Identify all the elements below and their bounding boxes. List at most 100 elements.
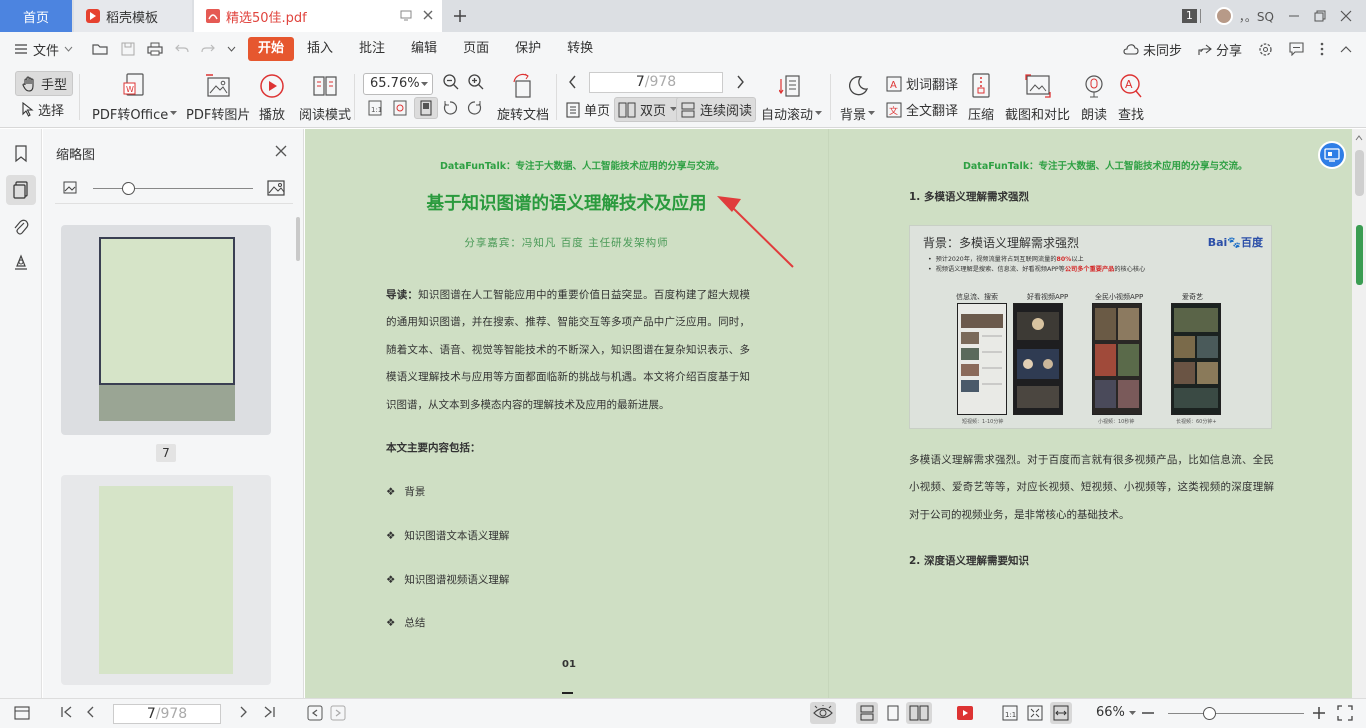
small-image-icon[interactable]	[63, 181, 77, 194]
continuous-reading-button[interactable]: 连续阅读	[676, 97, 757, 122]
zoom-slider-track[interactable]	[1168, 713, 1304, 714]
fit-page-status-icon[interactable]	[1027, 705, 1043, 721]
zoom-in-status-icon[interactable]	[1312, 706, 1326, 720]
tab-pdf-document[interactable]: 精选50佳.pdf	[194, 0, 442, 32]
thumbnail-scrollbar[interactable]	[296, 217, 300, 261]
signature-stamp-icon[interactable]	[9, 250, 33, 274]
first-page-icon[interactable]	[60, 705, 74, 719]
quick-access-dropdown-icon[interactable]	[227, 46, 236, 52]
page-thumbnail-7[interactable]	[61, 225, 271, 435]
next-page-icon[interactable]	[736, 75, 745, 89]
collapse-ribbon-icon[interactable]	[1340, 45, 1352, 53]
file-menu[interactable]: 文件	[0, 40, 92, 59]
menu-comment[interactable]: 批注	[346, 37, 398, 61]
bookmark-icon[interactable]	[9, 142, 33, 166]
close-window-icon[interactable]	[1340, 10, 1352, 22]
attachment-icon[interactable]	[9, 215, 33, 239]
menu-edit[interactable]: 编辑	[398, 37, 450, 61]
forward-view-icon[interactable]	[330, 705, 346, 721]
rotate-right-icon[interactable]	[467, 100, 483, 116]
reading-mode-button[interactable]: 阅读模式	[299, 72, 351, 123]
tab-home[interactable]: 首页	[0, 0, 72, 32]
word-translate-button[interactable]: A 划词翻译	[886, 74, 958, 93]
vertical-scrollbar[interactable]	[1352, 129, 1366, 698]
zoom-in-icon[interactable]	[467, 73, 485, 91]
zoom-select[interactable]: 65.76%	[363, 73, 433, 95]
actual-size-icon[interactable]: 1:1	[367, 100, 383, 116]
continuous-view-icon[interactable]	[856, 702, 878, 724]
single-view-icon[interactable]	[885, 705, 901, 721]
open-folder-icon[interactable]	[92, 42, 109, 56]
actual-size-status-icon[interactable]: 1:1	[1002, 705, 1018, 721]
undo-icon[interactable]	[175, 43, 189, 55]
page-thumbnail-8[interactable]	[61, 475, 271, 685]
single-page-button[interactable]: 单页	[566, 100, 610, 119]
menu-page[interactable]: 页面	[450, 37, 502, 61]
tab-popout-icon[interactable]	[400, 9, 412, 21]
menu-protect[interactable]: 保护	[502, 37, 554, 61]
slider-handle[interactable]	[122, 182, 135, 195]
sync-status[interactable]: 未同步	[1123, 40, 1182, 59]
previous-page-icon[interactable]	[85, 705, 95, 719]
fit-page-icon[interactable]	[392, 100, 408, 116]
status-page-input[interactable]: 7/978	[113, 704, 221, 724]
rotate-document-button[interactable]: 旋转文档	[497, 72, 549, 123]
tab-close-icon[interactable]	[422, 9, 434, 21]
double-page-button[interactable]: 双页	[614, 97, 682, 122]
print-icon[interactable]	[147, 42, 163, 56]
more-options-icon[interactable]	[1320, 42, 1324, 56]
document-view[interactable]: DataFunTalk：专注于大数据、人工智能技术应用的分享与交流。 基于知识图…	[305, 129, 1352, 698]
scrollbar-thumb[interactable]	[1355, 150, 1364, 196]
back-view-icon[interactable]	[307, 705, 323, 721]
play-button[interactable]: 播放	[258, 72, 286, 123]
comment-bubble-icon[interactable]	[1289, 42, 1304, 56]
sidebar-toggle-icon[interactable]	[14, 705, 30, 721]
thumbnails-icon[interactable]	[6, 175, 36, 205]
hand-tool-button[interactable]: 手型	[15, 71, 74, 96]
thumbnail-size-slider[interactable]	[63, 180, 287, 198]
zoom-out-status-icon[interactable]	[1141, 706, 1155, 720]
fit-width-icon[interactable]	[414, 97, 438, 119]
large-image-icon[interactable]	[267, 180, 285, 196]
tab-docer-templates[interactable]: 稻壳模板	[74, 0, 192, 32]
pdf-to-image-button[interactable]: PDF转图片	[186, 72, 250, 123]
compress-button[interactable]: 压缩	[967, 72, 995, 123]
user-account[interactable]: ，。SQ	[1214, 7, 1274, 25]
pdf-to-office-button[interactable]: W PDF转Office	[92, 72, 178, 123]
restore-icon[interactable]	[1314, 10, 1326, 22]
screen-tool-icon	[1324, 148, 1340, 162]
auto-scroll-button[interactable]: 自动滚动	[761, 72, 823, 123]
new-tab-button[interactable]	[442, 0, 478, 32]
double-view-icon[interactable]	[906, 702, 932, 724]
find-button[interactable]: A 查找	[1117, 72, 1145, 123]
read-aloud-button[interactable]: 朗读	[1080, 72, 1108, 123]
previous-page-icon[interactable]	[568, 75, 577, 89]
zoom-level[interactable]: 66%	[1096, 705, 1137, 720]
zoom-slider-handle[interactable]	[1203, 707, 1216, 720]
eye-protection-icon[interactable]	[810, 702, 836, 724]
redo-icon[interactable]	[201, 43, 215, 55]
save-icon[interactable]	[121, 42, 135, 56]
share-button[interactable]: 分享	[1198, 40, 1242, 59]
next-page-icon[interactable]	[239, 705, 249, 719]
settings-gear-icon[interactable]	[1258, 42, 1273, 57]
full-translate-button[interactable]: 文 全文翻译	[886, 100, 958, 119]
rotate-left-icon[interactable]	[442, 100, 458, 116]
floating-tool-button[interactable]	[1318, 141, 1346, 169]
background-button[interactable]: 背景	[840, 72, 876, 123]
fit-width-status-icon[interactable]	[1050, 702, 1072, 724]
zoom-out-icon[interactable]	[442, 73, 460, 91]
select-tool-button[interactable]: 选择	[22, 100, 64, 119]
last-page-icon[interactable]	[262, 705, 276, 719]
share-icon	[1198, 44, 1212, 55]
page-number-input[interactable]: 7/978	[589, 72, 723, 93]
menu-insert[interactable]: 插入	[294, 37, 346, 61]
window-count-badge[interactable]: 1	[1181, 9, 1197, 23]
minimize-icon[interactable]	[1288, 10, 1300, 22]
menu-convert[interactable]: 转换	[554, 37, 606, 61]
screenshot-compare-button[interactable]: 截图和对比	[1005, 72, 1070, 123]
menu-start[interactable]: 开始	[248, 37, 295, 61]
close-panel-icon[interactable]	[275, 145, 287, 157]
slideshow-play-icon[interactable]	[956, 705, 974, 721]
fullscreen-icon[interactable]	[1337, 705, 1353, 721]
